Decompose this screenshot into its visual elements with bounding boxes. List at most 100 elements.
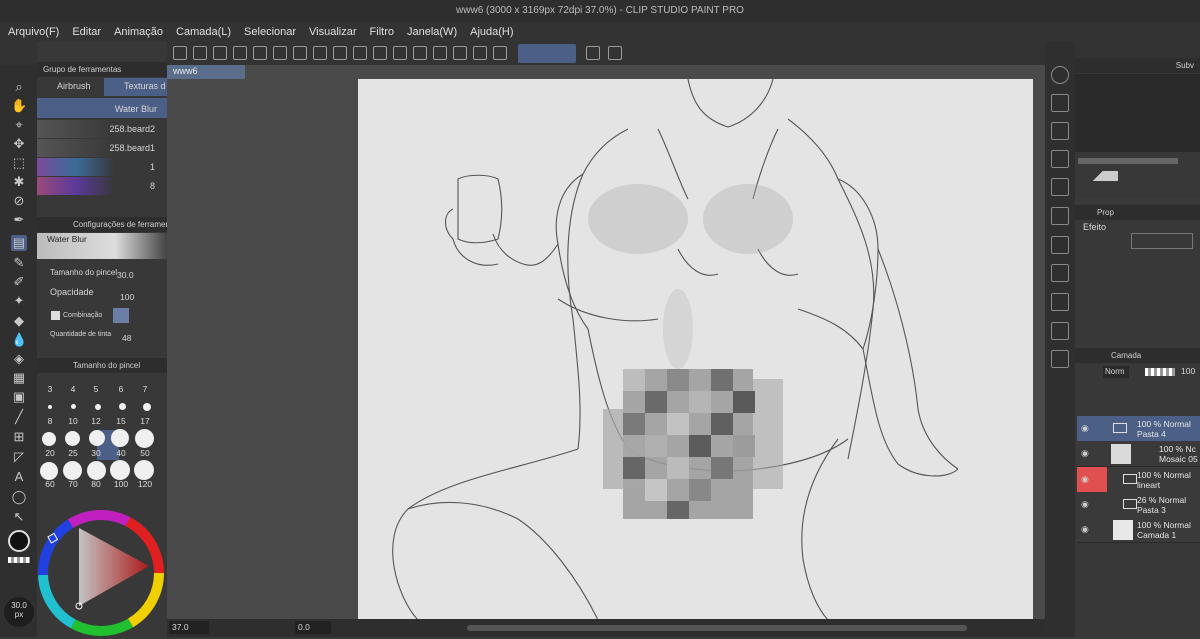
opacity-slider[interactable] bbox=[1145, 368, 1175, 376]
blend-checkbox[interactable] bbox=[51, 311, 60, 320]
menu-file[interactable]: Arquivo(F) bbox=[8, 26, 59, 38]
canvas-paper[interactable] bbox=[358, 79, 1033, 620]
material-icon[interactable] bbox=[1051, 207, 1069, 225]
undo-icon[interactable] bbox=[333, 46, 347, 60]
snap-grid-icon[interactable] bbox=[493, 46, 507, 60]
color-wheel[interactable] bbox=[37, 488, 167, 637]
subtool-1[interactable]: 1 bbox=[37, 158, 167, 176]
pen-icon[interactable]: ✒ bbox=[11, 212, 27, 228]
magic-wand-icon[interactable]: ✱ bbox=[11, 174, 27, 190]
menu-select[interactable]: Selecionar bbox=[244, 26, 296, 38]
zoom-field[interactable]: 37.0 bbox=[169, 621, 209, 634]
snap-ruler-icon[interactable] bbox=[473, 46, 487, 60]
layer-row[interactable]: ◉ 100 % Normal lineart bbox=[1077, 467, 1200, 493]
layer-row[interactable]: ◉ 26 % Normal Pasta 3 bbox=[1077, 492, 1200, 518]
material-icon[interactable] bbox=[1051, 122, 1069, 140]
navigator-icon[interactable] bbox=[1051, 66, 1069, 84]
line-icon[interactable]: ╱ bbox=[11, 409, 27, 425]
blend-tool-icon[interactable]: ▤ bbox=[11, 235, 27, 251]
menu-animation[interactable]: Animação bbox=[114, 26, 163, 38]
snap-icon[interactable] bbox=[453, 46, 467, 60]
3d-icon[interactable] bbox=[586, 46, 600, 60]
brush-size-17[interactable]: 17 bbox=[133, 416, 157, 426]
brush-size-10[interactable]: 10 bbox=[61, 416, 85, 426]
frame-icon[interactable]: ⊞ bbox=[11, 429, 27, 445]
brush-size-50[interactable]: 50 bbox=[133, 448, 157, 458]
hand-icon[interactable]: ✋ bbox=[11, 98, 27, 114]
brush-size-15[interactable]: 15 bbox=[109, 416, 133, 426]
brush-icon[interactable]: ✐ bbox=[11, 274, 27, 290]
open-icon[interactable] bbox=[233, 46, 247, 60]
copy-icon[interactable] bbox=[433, 46, 447, 60]
transform-icon[interactable] bbox=[393, 46, 407, 60]
layer-row[interactable]: ◉ 100 % Nc Mosaic 05 bbox=[1077, 441, 1200, 467]
selection-icon[interactable]: ⬚ bbox=[11, 155, 27, 171]
tab-textures[interactable]: Texturas d bbox=[104, 78, 167, 96]
redo-icon[interactable] bbox=[353, 46, 367, 60]
subtool-water-blur[interactable]: Water Blur bbox=[37, 98, 167, 118]
material-icon[interactable] bbox=[1051, 236, 1069, 254]
angle-field[interactable]: 0.0 bbox=[295, 621, 331, 634]
brush-size-6[interactable]: 6 bbox=[109, 384, 133, 394]
brush-size-3[interactable]: 3 bbox=[38, 384, 62, 394]
blend-mode-select[interactable]: Norm bbox=[1103, 366, 1129, 378]
rotate-slider[interactable] bbox=[1078, 171, 1118, 181]
export-psd-icon[interactable] bbox=[313, 46, 327, 60]
document-tab[interactable]: www6 bbox=[167, 65, 245, 79]
horizontal-scrollbar[interactable] bbox=[467, 625, 967, 631]
blend-drop-icon[interactable]: 💧 bbox=[11, 332, 27, 348]
fill-icon[interactable] bbox=[373, 46, 387, 60]
layer-row[interactable]: ◉ 100 % Normal Pasta 4 bbox=[1077, 416, 1200, 442]
save-icon[interactable] bbox=[253, 46, 267, 60]
new-icon[interactable] bbox=[213, 46, 227, 60]
eraser-icon[interactable]: ◆ bbox=[11, 313, 27, 329]
menu-icon[interactable] bbox=[173, 46, 187, 60]
menu-filter[interactable]: Filtro bbox=[370, 26, 394, 38]
ruler-icon[interactable]: ◸ bbox=[11, 449, 27, 465]
brush-size-20[interactable]: 20 bbox=[38, 448, 62, 458]
opacity-value[interactable]: 100 bbox=[120, 292, 134, 302]
brush-size-25[interactable]: 25 bbox=[61, 448, 85, 458]
brush-size-40[interactable]: 40 bbox=[109, 448, 133, 458]
brush-size-30[interactable]: 30 bbox=[84, 448, 108, 458]
cut-icon[interactable] bbox=[413, 46, 427, 60]
settings-icon[interactable] bbox=[608, 46, 622, 60]
export-jpg-icon[interactable] bbox=[273, 46, 287, 60]
move-icon[interactable]: ✥ bbox=[11, 136, 27, 152]
menu-edit[interactable]: Editar bbox=[72, 26, 101, 38]
eye-icon[interactable]: ◉ bbox=[1081, 524, 1091, 534]
correct-line-icon[interactable]: ↖ bbox=[11, 509, 27, 525]
text-icon[interactable]: A bbox=[11, 469, 27, 485]
brush-size-5[interactable]: 5 bbox=[84, 384, 108, 394]
ink-value[interactable]: 48 bbox=[122, 333, 131, 343]
menu-layer[interactable]: Camada(L) bbox=[176, 26, 231, 38]
blend-mode-selected[interactable] bbox=[113, 308, 129, 323]
eye-icon[interactable]: ◉ bbox=[1081, 499, 1091, 509]
subview-tab[interactable]: Subv bbox=[1075, 58, 1200, 73]
layer-tab[interactable]: Camada bbox=[1075, 348, 1200, 363]
main-color-swatch[interactable] bbox=[8, 530, 30, 552]
properties-tab[interactable]: Prop bbox=[1075, 205, 1200, 220]
menu-view[interactable]: Visualizar bbox=[309, 26, 357, 38]
subtool-beard2[interactable]: 258.beard2 bbox=[37, 120, 167, 138]
export-png-icon[interactable] bbox=[293, 46, 307, 60]
effect-buttons[interactable] bbox=[1131, 233, 1193, 249]
material-icon[interactable] bbox=[1051, 178, 1069, 196]
stabilizer-group[interactable] bbox=[518, 44, 576, 63]
layer-row[interactable]: ◉ 100 % Normal Camada 1 bbox=[1077, 517, 1200, 543]
zoom-slider[interactable] bbox=[1078, 158, 1178, 164]
operation-icon[interactable]: ⌖ bbox=[11, 117, 27, 133]
subtool-beard1[interactable]: 258.beard1 bbox=[37, 139, 167, 157]
fill-bucket-icon[interactable]: ◈ bbox=[11, 351, 27, 367]
material-icon[interactable] bbox=[1051, 150, 1069, 168]
menu-window[interactable]: Janela(W) bbox=[407, 26, 457, 38]
zoom-icon[interactable]: ⌕ bbox=[11, 79, 27, 95]
brush-size-8[interactable]: 8 bbox=[38, 416, 62, 426]
material-icon[interactable] bbox=[1051, 264, 1069, 282]
decoration-icon[interactable]: ✦ bbox=[11, 293, 27, 309]
brush-size-4[interactable]: 4 bbox=[61, 384, 85, 394]
clip-studio-icon[interactable] bbox=[193, 46, 207, 60]
eyedropper-icon[interactable]: ⊘ bbox=[11, 193, 27, 209]
size-value[interactable]: 30.0 bbox=[117, 270, 134, 280]
brush-size-7[interactable]: 7 bbox=[133, 384, 157, 394]
